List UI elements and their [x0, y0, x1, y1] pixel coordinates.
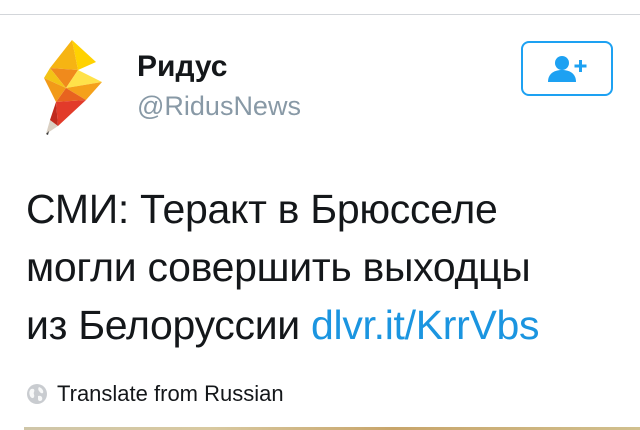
follow-button[interactable] [521, 41, 613, 96]
tweet-line: могли совершить выходцы [26, 244, 531, 290]
translate-button[interactable]: Translate from Russian [26, 380, 284, 408]
add-user-icon [548, 55, 587, 82]
globe-icon [27, 384, 47, 404]
top-divider [0, 14, 640, 15]
display-name[interactable]: Ридус [137, 50, 227, 84]
avatar[interactable] [36, 38, 112, 138]
tweet-line: из Белоруссии dlvr.it/KrrVbs [26, 296, 616, 354]
tweet-line: СМИ: Теракт в Брюсселе [26, 186, 498, 232]
ridus-logo-icon [44, 40, 102, 135]
tweet-text-segment: из Белоруссии [26, 302, 312, 348]
tweet-link[interactable]: dlvr.it/KrrVbs [311, 302, 539, 348]
account-handle[interactable]: @RidusNews [137, 91, 301, 122]
tweet-text: СМИ: Теракт в Брюсселе могли совершить в… [26, 180, 616, 354]
translate-label: Translate from Russian [57, 381, 284, 406]
